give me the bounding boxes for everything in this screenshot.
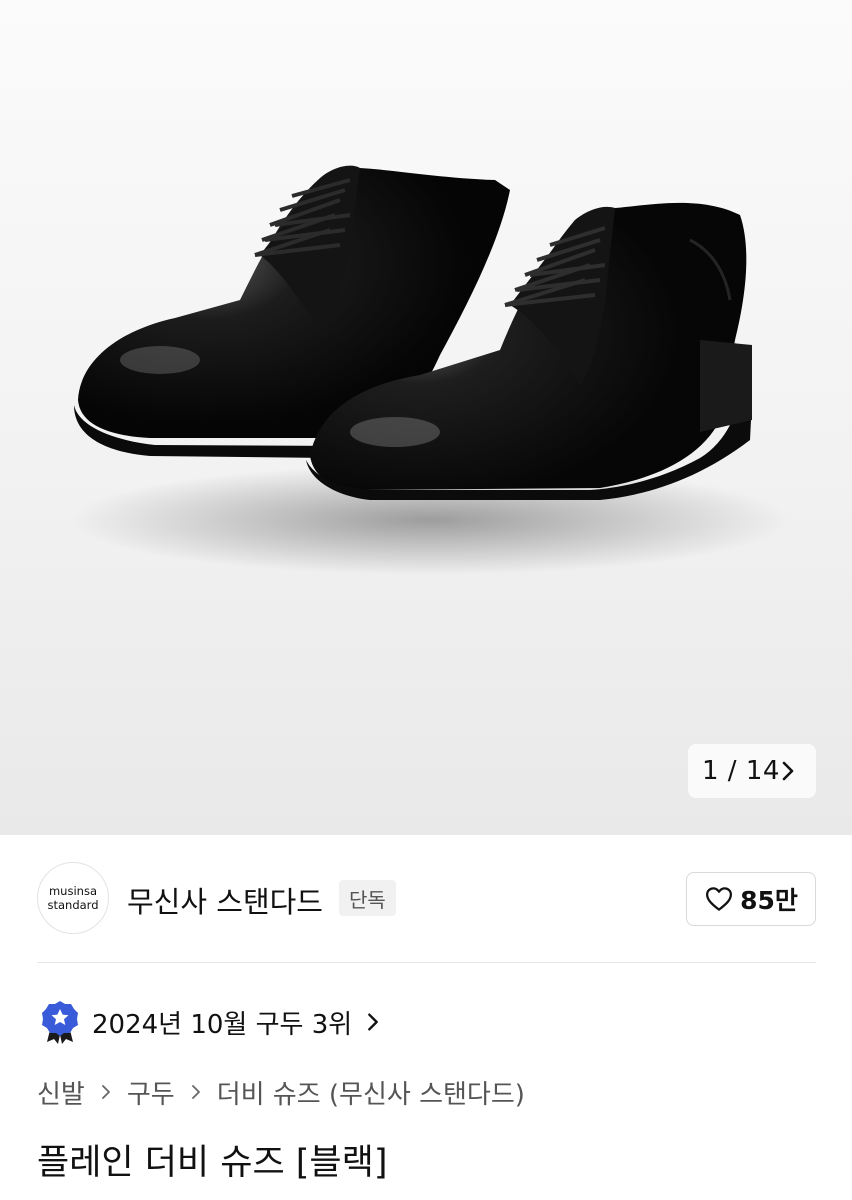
heart-icon [706,887,733,911]
ranking-link[interactable]: 2024년 10월 구두 3위 [40,1000,384,1044]
divider [37,962,816,963]
brand-name[interactable]: 무신사 스탠다드 [127,879,323,921]
like-button[interactable]: 85만 [686,872,816,926]
product-gallery[interactable]: 1 / 14 [0,0,852,835]
ranking-text: 2024년 10월 구두 3위 [92,1009,353,1040]
product-title: 플레인 더비 슈즈 [블랙] [37,1143,388,1183]
chevron-right-icon [101,1085,110,1099]
breadcrumb-item[interactable]: 신발 [37,1074,85,1111]
like-count: 85만 [740,886,798,915]
exclusive-badge: 단독 [339,880,396,916]
chevron-right-icon[interactable] [776,759,800,783]
brand-logo[interactable]: musinsa standard [37,862,109,934]
image-counter[interactable]: 1 / 14 [688,744,816,798]
chevron-right-icon [368,1013,379,1031]
brand-logo-line1: musinsa [48,884,97,898]
breadcrumb: 신발 구두 더비 슈즈 (무신사 스탠다드) [37,1072,525,1112]
brand-logo-line2: standard [47,898,99,912]
product-photo[interactable] [0,0,852,835]
chevron-right-icon [191,1085,200,1099]
breadcrumb-item[interactable]: 더비 슈즈 (무신사 스탠다드) [217,1074,525,1111]
medal-star-icon [42,1001,78,1044]
breadcrumb-item[interactable]: 구두 [127,1074,175,1111]
image-counter-text: 1 / 14 [702,756,780,786]
brand-row: musinsa standard 무신사 스탠다드 단독 85만 [37,862,816,934]
